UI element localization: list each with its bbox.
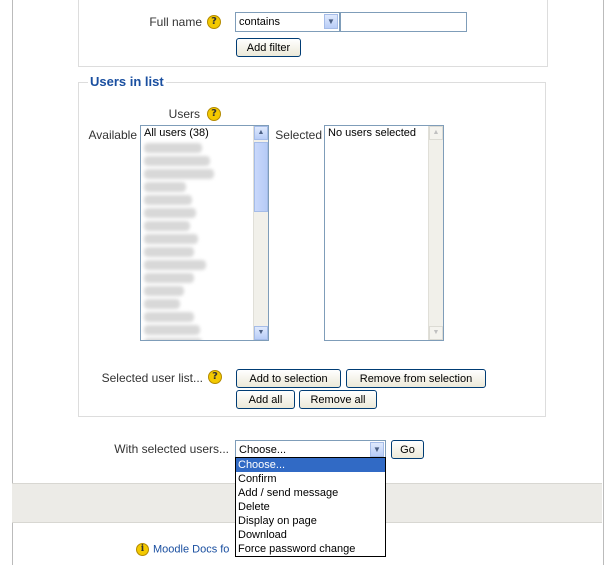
add-all-button[interactable]: Add all xyxy=(236,390,295,409)
with-selected-users-label: With selected users... xyxy=(114,442,229,456)
add-to-selection-button[interactable]: Add to selection xyxy=(236,369,341,388)
list-item[interactable] xyxy=(144,208,196,218)
list-item[interactable] xyxy=(144,299,180,309)
list-item[interactable] xyxy=(144,195,192,205)
remove-all-button[interactable]: Remove all xyxy=(299,390,377,409)
chevron-down-icon: ▼ xyxy=(429,326,443,340)
available-listbox[interactable]: All users (38) ▲ ▼ xyxy=(140,125,269,341)
list-item[interactable] xyxy=(144,143,202,153)
add-filter-button[interactable]: Add filter xyxy=(236,38,301,57)
list-item[interactable] xyxy=(144,286,184,296)
list-item[interactable] xyxy=(144,273,194,283)
go-button[interactable]: Go xyxy=(391,440,424,459)
option-download[interactable]: Download xyxy=(236,528,385,542)
option-delete[interactable]: Delete xyxy=(236,500,385,514)
available-scrollbar[interactable]: ▲ ▼ xyxy=(253,126,268,340)
option-confirm[interactable]: Confirm xyxy=(236,472,385,486)
users-legend: Users in list xyxy=(88,74,166,89)
option-force-password-change[interactable]: Force password change xyxy=(236,542,385,556)
moodle-docs-text[interactable]: Moodle Docs fo xyxy=(153,543,229,555)
available-label: Available xyxy=(88,128,137,142)
option-display-on-page[interactable]: Display on page xyxy=(236,514,385,528)
operator-value: contains xyxy=(239,16,280,28)
list-item[interactable] xyxy=(144,247,194,257)
list-item[interactable] xyxy=(144,325,200,335)
bulk-action-value: Choose... xyxy=(239,444,287,456)
list-item[interactable] xyxy=(144,182,186,192)
chevron-down-icon[interactable]: ▼ xyxy=(324,14,338,29)
available-first-item[interactable]: All users (38) xyxy=(141,126,268,140)
list-item[interactable] xyxy=(144,338,202,340)
list-item[interactable] xyxy=(144,312,194,322)
selected-listbox[interactable]: No users selected ▲ ▼ xyxy=(324,125,444,341)
list-item[interactable] xyxy=(144,169,214,179)
moodle-docs-link[interactable]: i Moodle Docs fo xyxy=(136,543,229,556)
selected-user-list-label: Selected user list... xyxy=(101,371,203,385)
list-item[interactable] xyxy=(144,260,206,270)
users-label: Users xyxy=(168,107,200,121)
chevron-up-icon: ▲ xyxy=(429,126,443,140)
bulk-action-dropdown[interactable]: Choose... Confirm Add / send message Del… xyxy=(235,457,386,557)
selected-first-item[interactable]: No users selected xyxy=(325,126,443,140)
bulk-action-select[interactable]: Choose... ▼ xyxy=(235,440,386,458)
filter-fieldset xyxy=(78,0,548,67)
operator-select[interactable]: contains ▼ xyxy=(235,12,340,32)
help-icon[interactable]: ? xyxy=(207,15,221,29)
chevron-down-icon[interactable]: ▼ xyxy=(254,326,268,340)
chevron-down-icon[interactable]: ▼ xyxy=(370,442,384,457)
list-item[interactable] xyxy=(144,156,210,166)
list-item[interactable] xyxy=(144,221,190,231)
chevron-up-icon[interactable]: ▲ xyxy=(254,126,268,140)
fullname-label: Full name xyxy=(149,15,202,29)
remove-from-selection-button[interactable]: Remove from selection xyxy=(346,369,486,388)
selected-scrollbar[interactable]: ▲ ▼ xyxy=(428,126,443,340)
scroll-thumb[interactable] xyxy=(254,142,268,212)
selected-label: Selected xyxy=(275,128,322,142)
option-choose[interactable]: Choose... xyxy=(236,458,385,472)
info-icon: i xyxy=(136,543,149,556)
option-add-send-message[interactable]: Add / send message xyxy=(236,486,385,500)
help-icon[interactable]: ? xyxy=(208,370,222,384)
list-item[interactable] xyxy=(144,234,198,244)
fullname-input[interactable] xyxy=(340,12,467,32)
help-icon[interactable]: ? xyxy=(207,107,221,121)
